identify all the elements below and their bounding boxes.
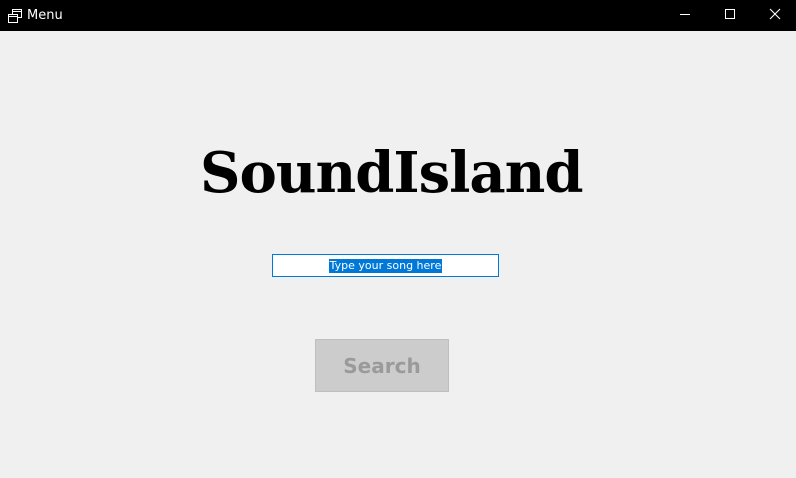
maximize-icon	[724, 7, 736, 25]
search-button-label: Search	[343, 353, 421, 378]
app-window: Menu SoundIsland Type your song here Sea…	[0, 0, 796, 478]
maximize-button[interactable]	[707, 0, 752, 31]
close-button[interactable]	[752, 0, 796, 31]
search-input-value: Type your song here	[328, 258, 443, 273]
search-button[interactable]: Search	[315, 339, 449, 392]
search-input[interactable]: Type your song here	[272, 254, 499, 277]
window-menu-icon[interactable]	[7, 8, 23, 24]
close-icon	[769, 7, 781, 25]
minimize-button[interactable]	[662, 0, 707, 31]
title-bar[interactable]: Menu	[0, 0, 796, 31]
window-title: Menu	[27, 8, 63, 23]
app-title: SoundIsland	[200, 140, 584, 206]
minimize-icon	[679, 7, 691, 25]
